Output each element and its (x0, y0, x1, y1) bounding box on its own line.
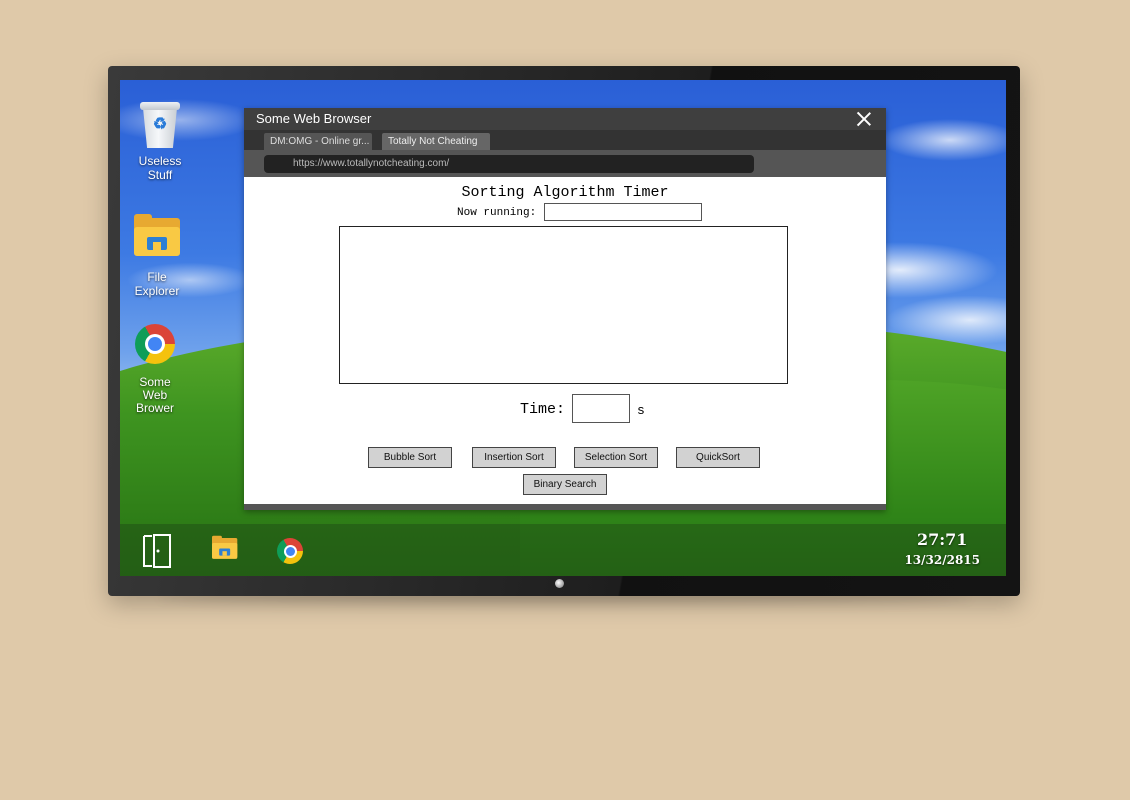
desktop-icon-web-browser[interactable]: Some Web Brower (120, 324, 193, 415)
clock-time: 27:71 (917, 530, 968, 549)
recycle-bin-icon: ♻ (136, 102, 184, 150)
taskbar-chrome-icon[interactable] (277, 538, 303, 564)
page-content: Sorting Algorithm Timer Now running: Tim… (244, 177, 886, 504)
power-led-icon (555, 579, 564, 588)
browser-bottom-bar (244, 504, 886, 510)
tab-totally-not-cheating[interactable]: Totally Not Cheating (382, 133, 490, 150)
sort-visualization-area (339, 226, 788, 384)
bubble-sort-button[interactable]: Bubble Sort (368, 447, 452, 468)
desktop-icon-file-explorer[interactable]: File Explorer (120, 214, 195, 298)
desktop-icon-label: File Explorer (134, 270, 180, 298)
desktop-screen: ♻ Useless Stuff File Explorer Some Web B… (120, 80, 1006, 576)
browser-title: Some Web Browser (256, 111, 372, 126)
browser-tabbar: DM:OMG - Online gr... Totally Not Cheati… (244, 130, 886, 150)
time-label: Time: (520, 401, 566, 418)
binary-search-button[interactable]: Binary Search (523, 474, 607, 495)
browser-titlebar[interactable]: Some Web Browser (244, 108, 886, 130)
time-field[interactable] (572, 394, 630, 423)
time-unit: s (637, 403, 645, 418)
tab-label: DM:OMG - Online gr... (270, 136, 370, 147)
folder-icon (133, 214, 181, 266)
insertion-sort-button[interactable]: Insertion Sort (472, 447, 556, 468)
now-running-label: Now running: (457, 207, 537, 219)
desktop-icon-label: Some Web Brower (135, 375, 174, 415)
taskbar-clock[interactable]: 27:71 13/32/2815 (904, 530, 980, 567)
tab-label: Totally Not Cheating (388, 136, 478, 147)
desktop-icon-useless-stuff[interactable]: ♻ Useless Stuff (122, 102, 198, 182)
page-title: Sorting Algorithm Timer (461, 184, 669, 201)
browser-window: Some Web Browser DM:OMG - Online gr... T… (244, 108, 886, 510)
quicksort-button[interactable]: QuickSort (676, 447, 760, 468)
browser-addressbar: https://www.totallynotcheating.com/ (244, 150, 886, 177)
taskbar-folder-icon[interactable] (212, 535, 238, 559)
url-field[interactable]: https://www.totallynotcheating.com/ (264, 155, 754, 173)
tab-dmomg[interactable]: DM:OMG - Online gr... (264, 133, 372, 150)
taskbar: 27:71 13/32/2815 (120, 524, 1006, 576)
selection-sort-button[interactable]: Selection Sort (574, 447, 658, 468)
chrome-icon (131, 324, 179, 372)
exit-door-icon[interactable] (142, 534, 172, 568)
close-icon[interactable] (856, 111, 872, 127)
clock-date: 13/32/2815 (904, 553, 980, 567)
now-running-field[interactable] (544, 203, 702, 221)
desktop-icon-label: Useless Stuff (138, 154, 182, 182)
